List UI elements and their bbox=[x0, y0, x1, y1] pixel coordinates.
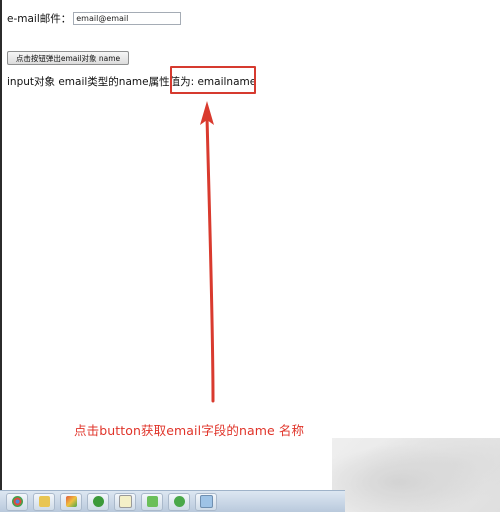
document-icon bbox=[199, 495, 213, 508]
taskbar-button[interactable] bbox=[33, 492, 55, 511]
taskbar-button[interactable] bbox=[141, 492, 163, 511]
blurred-watermark-area bbox=[332, 438, 500, 512]
taskbar-button[interactable] bbox=[60, 492, 82, 511]
email-label: e-mail邮件： bbox=[7, 13, 72, 25]
arrow-annotation bbox=[200, 101, 215, 403]
paint-icon bbox=[65, 496, 77, 507]
taskbar-button[interactable] bbox=[195, 492, 217, 511]
taskbar-button[interactable] bbox=[168, 492, 190, 511]
refresh-icon bbox=[173, 496, 185, 507]
taskbar-button[interactable] bbox=[114, 492, 136, 511]
notepad-icon bbox=[118, 495, 132, 508]
folder-icon bbox=[38, 496, 50, 507]
taskbar-button[interactable] bbox=[87, 492, 109, 511]
taskbar-button[interactable] bbox=[6, 492, 28, 511]
get-email-name-button[interactable]: 点击按钮弹出email对象 name bbox=[7, 51, 129, 65]
annotation-text: 点击button获取email字段的name 名称 bbox=[74, 423, 305, 438]
highlight-box bbox=[170, 66, 256, 94]
window-left-border bbox=[0, 0, 2, 490]
taskbar bbox=[0, 490, 345, 512]
chrome-icon bbox=[11, 496, 23, 507]
network-icon bbox=[146, 496, 158, 507]
green-circle-icon bbox=[92, 496, 104, 507]
email-row: e-mail邮件： bbox=[7, 11, 182, 26]
result-prefix: input对象 email类型的name属性值为: bbox=[7, 76, 198, 88]
email-input[interactable] bbox=[73, 12, 182, 25]
